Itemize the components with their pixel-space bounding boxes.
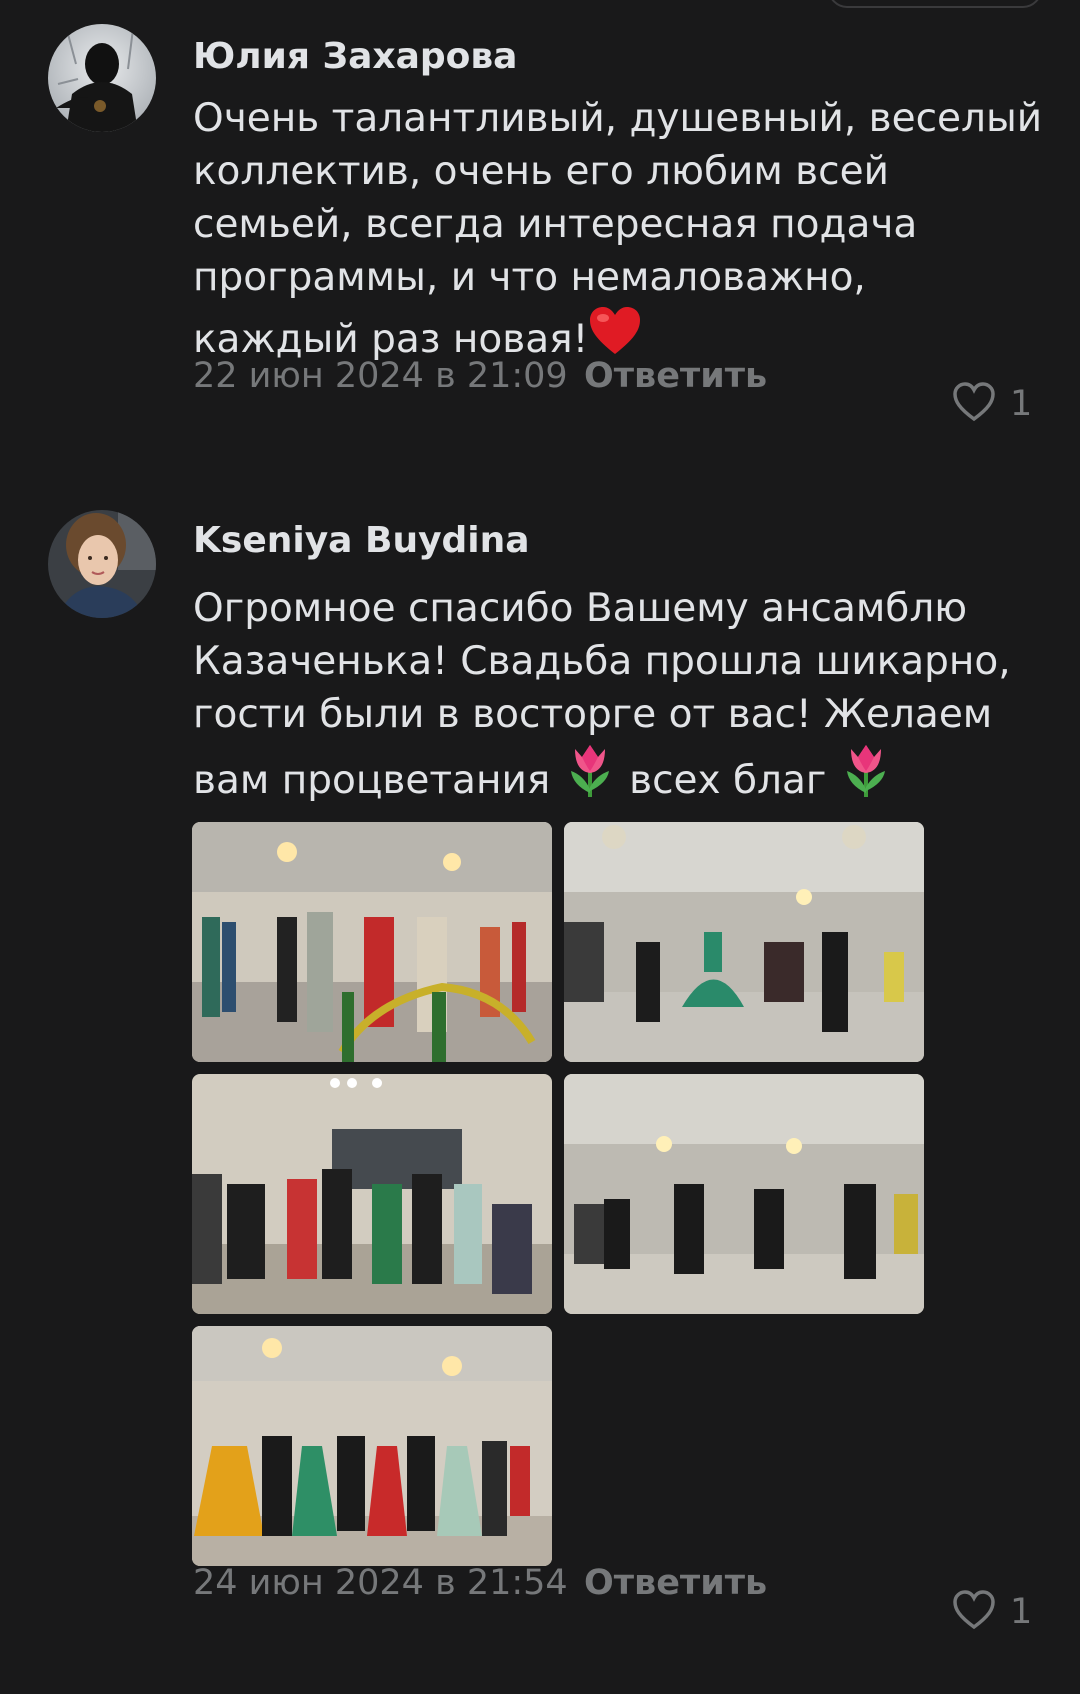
- photo-dance-3[interactable]: [192, 1074, 552, 1314]
- comment-author[interactable]: Kseniya Buydina: [193, 520, 530, 561]
- like-button[interactable]: 1: [952, 1590, 1032, 1634]
- heart-outline-icon: [952, 1590, 996, 1634]
- like-count: 1: [1010, 1592, 1033, 1632]
- tulip-icon: [839, 741, 893, 813]
- heart-outline-icon: [952, 382, 996, 426]
- photo-dance-5[interactable]: [192, 1326, 552, 1566]
- photo-dance-1[interactable]: [192, 822, 552, 1062]
- photo-dance-4[interactable]: [564, 1074, 924, 1314]
- comment-date: 24 июн 2024 в 21:54: [193, 1563, 568, 1603]
- reply-button[interactable]: Ответить: [584, 356, 767, 396]
- comment-author[interactable]: Юлия Захарова: [193, 36, 517, 77]
- like-count: 1: [1010, 384, 1033, 424]
- avatar[interactable]: [48, 510, 156, 618]
- avatar[interactable]: [48, 24, 156, 132]
- reply-button[interactable]: Ответить: [584, 1563, 767, 1603]
- tulip-icon: [563, 741, 617, 813]
- comment-text: Очень талантливый, душевный, веселый кол…: [193, 92, 1043, 372]
- photo-dance-2[interactable]: [564, 822, 924, 1062]
- comment-date: 22 июн 2024 в 21:09: [193, 356, 568, 396]
- comment-text: Огромное спасибо Вашему ансамблю Казачен…: [193, 582, 1043, 813]
- top-scroll-pill: [828, 0, 1042, 8]
- like-button[interactable]: 1: [952, 382, 1032, 426]
